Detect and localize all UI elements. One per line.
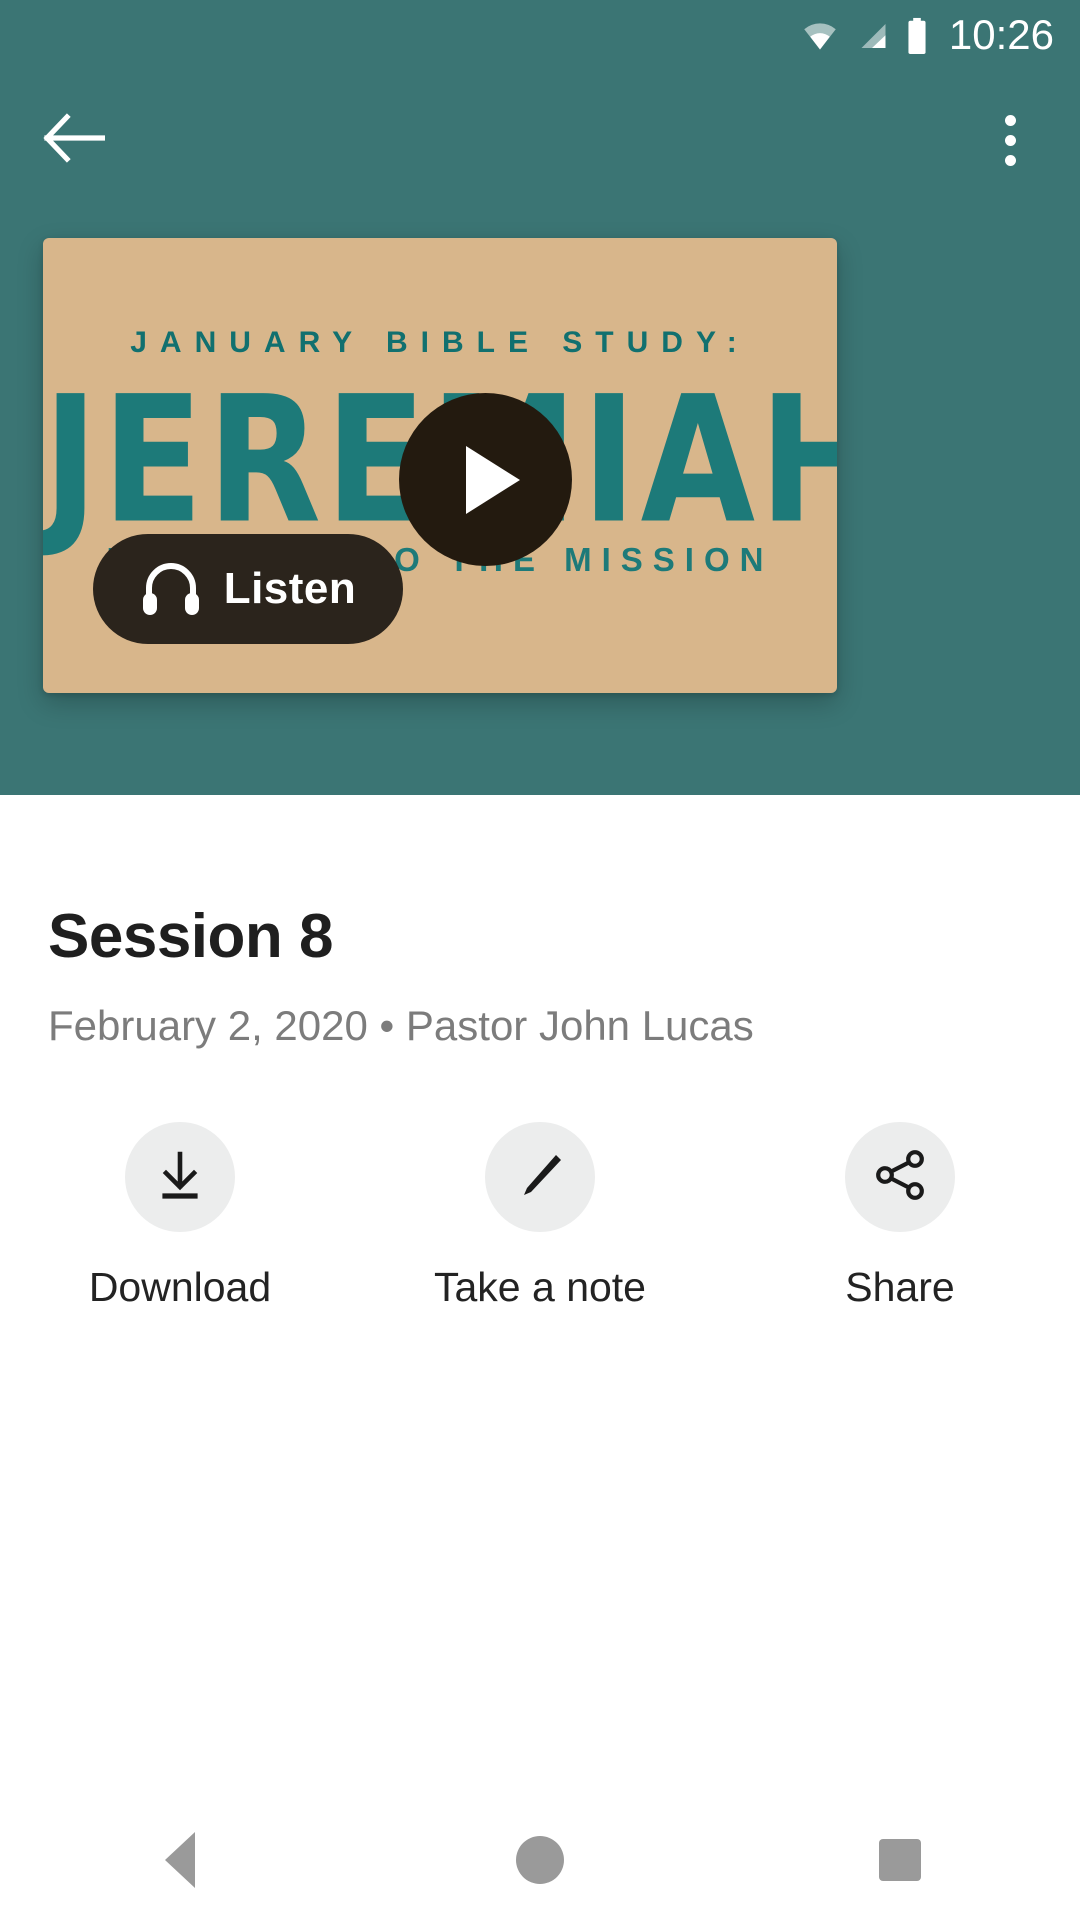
- nav-recents-icon: [879, 1839, 921, 1881]
- nav-home-button[interactable]: [360, 1800, 720, 1920]
- detail-section: Session 8 February 2, 2020 • Pastor John…: [0, 845, 1080, 1311]
- app-bar: [0, 72, 1080, 202]
- status-bar: 10:26: [0, 0, 1080, 72]
- nav-back-button[interactable]: [0, 1800, 360, 1920]
- session-meta: February 2, 2020 • Pastor John Lucas: [48, 1002, 754, 1049]
- status-bar-clock: 10:26: [948, 11, 1054, 58]
- pencil-icon: [511, 1146, 569, 1209]
- app-screen: 10:26 JANUARY BIBLE STUDY: JEREMIAH FAIT…: [0, 0, 1080, 1920]
- artwork-kicker: JANUARY BIBLE STUDY:: [130, 326, 750, 359]
- play-button[interactable]: [399, 393, 572, 566]
- download-label: Download: [88, 1264, 272, 1310]
- overflow-menu-button[interactable]: [962, 92, 1058, 188]
- share-icon: [871, 1146, 929, 1209]
- more-vertical-icon: [1004, 134, 1016, 146]
- nav-home-icon: [516, 1836, 564, 1884]
- system-navigation-bar: [0, 1800, 1080, 1920]
- listen-button-label: Listen: [223, 564, 357, 613]
- battery-icon: [905, 17, 929, 55]
- cellular-signal-icon: [853, 21, 891, 51]
- back-button[interactable]: [26, 92, 122, 188]
- more-vertical-icon: [1004, 114, 1016, 126]
- nav-back-icon: [165, 1832, 195, 1888]
- download-icon: [151, 1146, 209, 1209]
- share-label: Share: [845, 1264, 955, 1310]
- wifi-icon: [801, 21, 839, 51]
- more-vertical-icon: [1004, 154, 1016, 166]
- sermon-artwork-card[interactable]: JANUARY BIBLE STUDY: JEREMIAH FAITHFUL T…: [43, 238, 837, 693]
- download-button[interactable]: [125, 1122, 235, 1232]
- take-note-button[interactable]: [485, 1122, 595, 1232]
- action-row: Download Take a note Share: [0, 1122, 1080, 1311]
- page-title: Session 8: [48, 902, 333, 971]
- take-note-label: Take a note: [434, 1264, 646, 1310]
- share-action[interactable]: Share: [720, 1122, 1080, 1311]
- play-icon: [465, 445, 520, 514]
- download-action[interactable]: Download: [0, 1122, 360, 1311]
- nav-recents-button[interactable]: [720, 1800, 1080, 1920]
- headphones-icon: [140, 558, 202, 621]
- arrow-back-icon: [43, 112, 106, 168]
- share-button[interactable]: [845, 1122, 955, 1232]
- listen-button[interactable]: Listen: [93, 534, 403, 644]
- take-note-action[interactable]: Take a note: [360, 1122, 720, 1311]
